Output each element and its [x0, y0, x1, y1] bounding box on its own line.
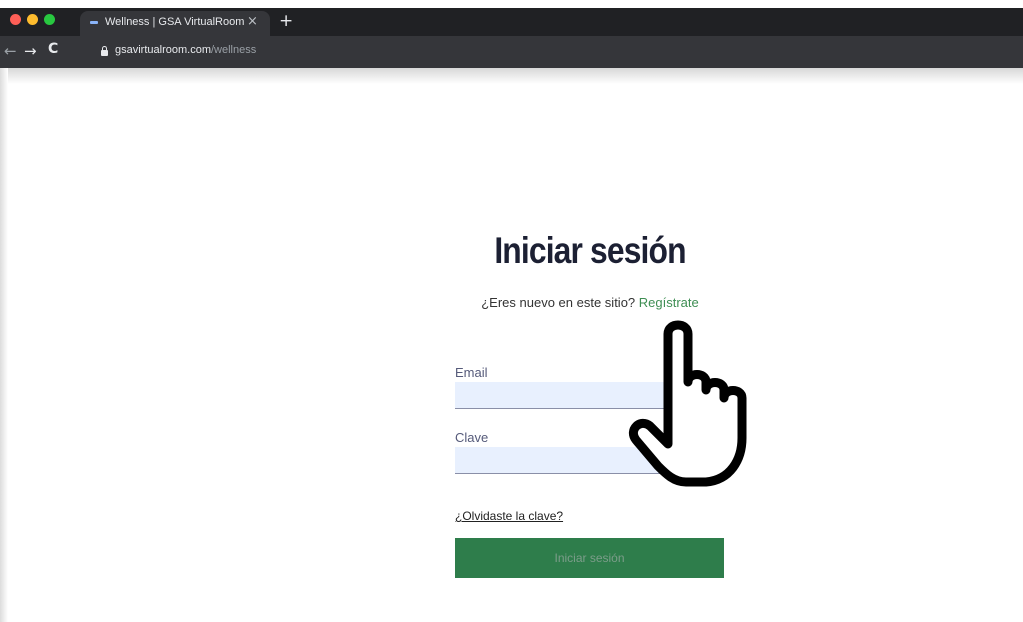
favicon-icon — [90, 21, 98, 24]
close-window-button[interactable] — [10, 14, 21, 25]
tab-strip: Wellness | GSA VirtualRoom × + — [0, 8, 1023, 36]
signup-link[interactable]: Regístrate — [639, 295, 699, 310]
back-button[interactable]: ← — [4, 42, 17, 60]
signup-prompt-text: ¿Eres nuevo en este sitio? — [481, 295, 639, 310]
address-bar[interactable]: gsavirtualroom.com/wellness — [115, 44, 256, 56]
password-label: Clave — [455, 430, 489, 445]
url-path: /wellness — [210, 44, 257, 56]
tab-close-button[interactable]: × — [247, 14, 258, 29]
lock-icon — [101, 46, 108, 56]
forward-button[interactable]: → — [24, 42, 37, 60]
browser-toolbar: ← → C gsavirtualroom.com/wellness — [0, 36, 1023, 68]
chrome-shadow — [0, 68, 1023, 84]
forgot-password-link[interactable]: ¿Olvidaste la clave? — [455, 509, 563, 523]
login-button[interactable]: Iniciar sesión — [455, 538, 724, 578]
maximize-window-button[interactable] — [44, 14, 55, 25]
new-tab-button[interactable]: + — [279, 11, 293, 31]
email-label: Email — [455, 365, 488, 380]
page-title: Iniciar sesión — [494, 230, 686, 271]
pointing-hand-icon — [628, 320, 747, 487]
browser-chrome: Wellness | GSA VirtualRoom × + ← → C gsa… — [0, 8, 1023, 68]
tab-title: Wellness | GSA VirtualRoom — [105, 16, 245, 28]
url-host: gsavirtualroom.com — [115, 44, 211, 56]
signup-prompt: ¿Eres nuevo en este sitio? Regístrate — [455, 295, 725, 310]
page-left-shadow — [0, 68, 8, 622]
browser-tab[interactable]: Wellness | GSA VirtualRoom × — [80, 11, 270, 36]
minimize-window-button[interactable] — [27, 14, 38, 25]
reload-button[interactable]: C — [48, 41, 58, 57]
